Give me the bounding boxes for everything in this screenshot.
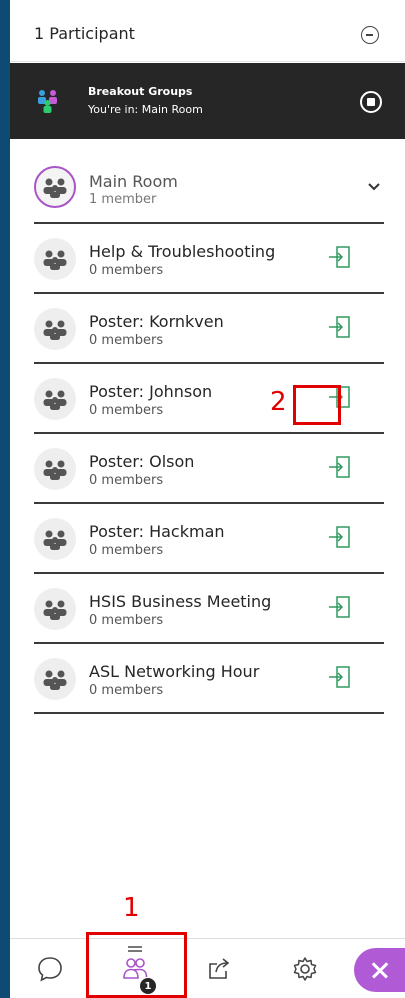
group-member-count: 0 members xyxy=(89,543,164,558)
annotation-step-2: 2 xyxy=(270,387,287,417)
banner-title: Breakout Groups xyxy=(88,85,193,98)
group-row: Poster: Kornkven 0 members xyxy=(34,294,384,364)
breakout-groups-icon xyxy=(38,90,57,113)
group-member-count: 0 members xyxy=(89,473,164,488)
join-group-icon[interactable] xyxy=(326,244,352,270)
group-avatar-icon xyxy=(34,658,76,700)
join-group-icon[interactable] xyxy=(326,594,352,620)
collaborate-panel: 1 Participant Breakout Groups You're in:… xyxy=(10,0,405,998)
group-name: Help & Troubleshooting xyxy=(89,242,276,261)
chevron-down-icon[interactable] xyxy=(364,176,384,196)
group-row: ASL Networking Hour 0 members xyxy=(34,644,384,714)
group-avatar-icon xyxy=(34,166,76,208)
group-row: Poster: Olson 0 members xyxy=(34,434,384,504)
share-content-icon[interactable] xyxy=(204,953,236,985)
close-panel-icon[interactable] xyxy=(354,948,405,992)
group-member-count: 0 members xyxy=(89,333,164,348)
group-avatar-icon xyxy=(34,448,76,490)
group-avatar-icon xyxy=(34,238,76,280)
join-group-icon[interactable] xyxy=(326,524,352,550)
breakout-groups-banner: Breakout Groups You're in: Main Room xyxy=(10,63,405,139)
join-group-icon[interactable] xyxy=(326,314,352,340)
group-member-count: 0 members xyxy=(89,613,164,628)
annotation-highlight-join xyxy=(293,385,341,425)
group-row: Help & Troubleshooting 0 members xyxy=(34,224,384,294)
breakout-group-list: Main Room 1 member Help & Troubleshootin… xyxy=(34,150,384,714)
join-group-icon[interactable] xyxy=(326,664,352,690)
join-group-icon[interactable] xyxy=(326,454,352,480)
group-name: Poster: Olson xyxy=(89,452,195,471)
group-row-main-room[interactable]: Main Room 1 member xyxy=(34,150,384,224)
settings-gear-icon[interactable] xyxy=(289,953,321,985)
group-name: Poster: Johnson xyxy=(89,382,213,401)
group-avatar-icon xyxy=(34,308,76,350)
group-member-count: 0 members xyxy=(89,683,164,698)
group-avatar-icon xyxy=(34,378,76,420)
group-name: Poster: Kornkven xyxy=(89,312,224,331)
annotation-highlight-attendees xyxy=(86,932,187,998)
group-name: ASL Networking Hour xyxy=(89,662,260,681)
group-member-count: 1 member xyxy=(89,192,157,207)
group-avatar-icon xyxy=(34,518,76,560)
chat-icon[interactable] xyxy=(34,953,66,985)
group-member-count: 0 members xyxy=(89,263,164,278)
banner-subtitle: You're in: Main Room xyxy=(88,103,203,116)
group-row: Poster: Hackman 0 members xyxy=(34,504,384,574)
bottom-nav-bar xyxy=(10,938,405,998)
group-name: HSIS Business Meeting xyxy=(89,592,272,611)
panel-header: 1 Participant xyxy=(10,0,405,62)
group-name: Main Room xyxy=(89,172,178,191)
group-name: Poster: Hackman xyxy=(89,522,225,541)
group-row: HSIS Business Meeting 0 members xyxy=(34,574,384,644)
group-avatar-icon xyxy=(34,588,76,630)
group-member-count: 0 members xyxy=(89,403,164,418)
participant-count-title: 1 Participant xyxy=(34,24,135,43)
collapse-icon[interactable] xyxy=(361,26,379,44)
end-breakout-icon[interactable] xyxy=(360,91,382,113)
annotation-step-1: 1 xyxy=(123,893,140,923)
